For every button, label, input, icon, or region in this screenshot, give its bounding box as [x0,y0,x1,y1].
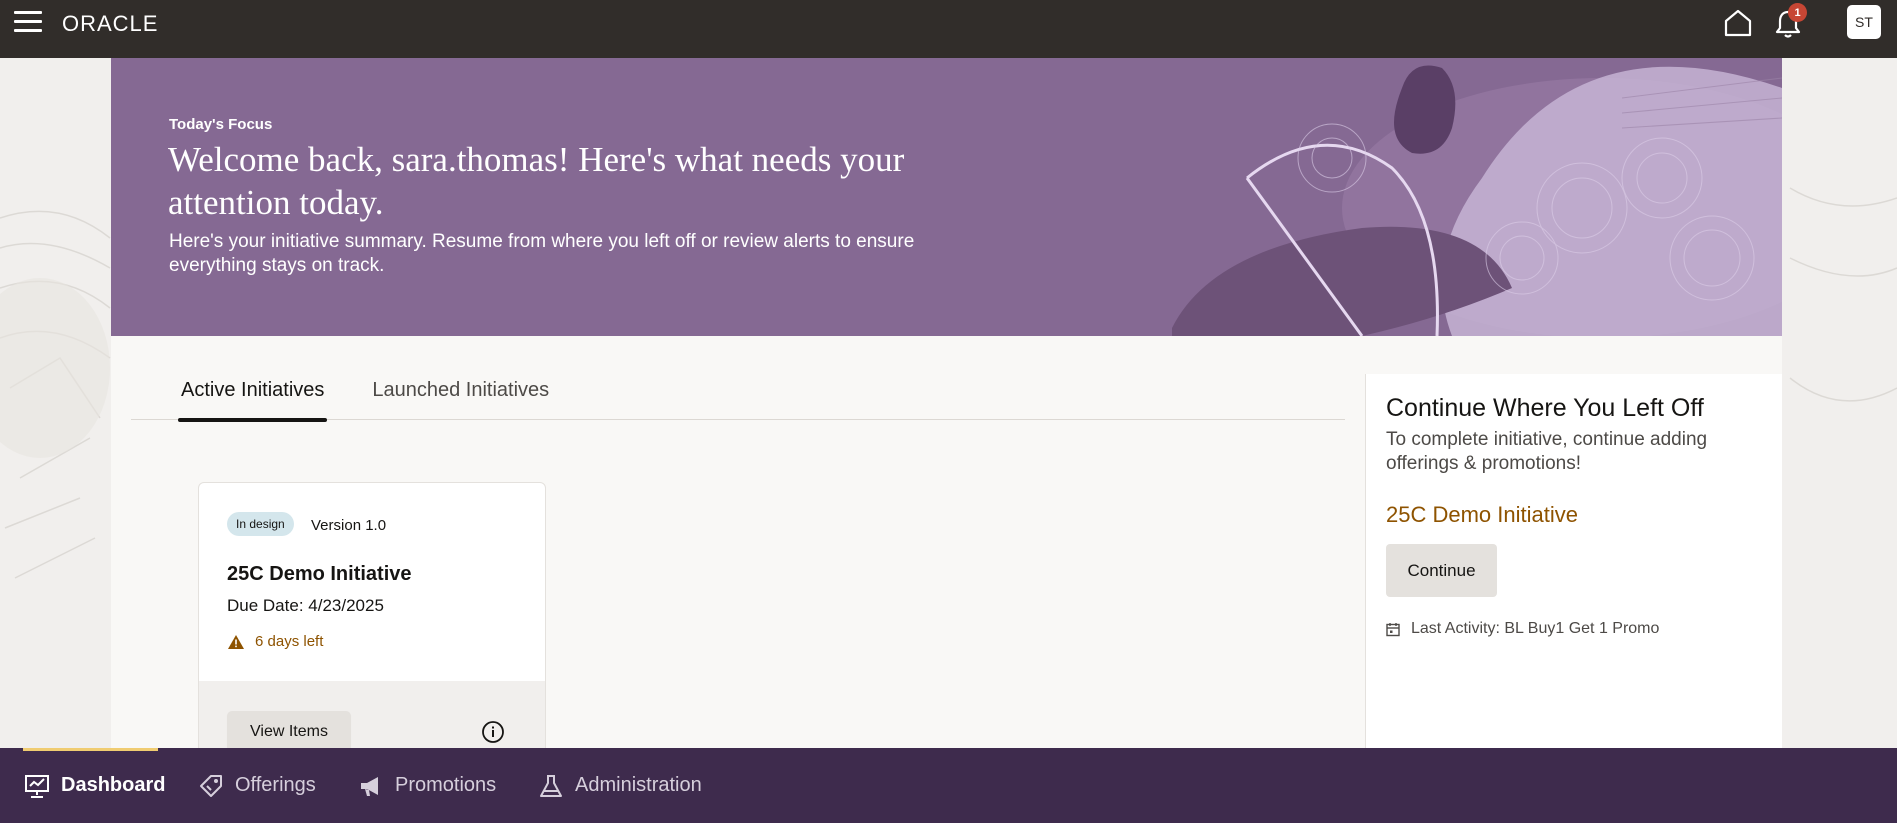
oracle-logo: ORACLE [62,11,159,36]
flask-icon [540,774,562,797]
last-activity-text: Last Activity: BL Buy1 Get 1 Promo [1411,620,1660,637]
tag-icon [200,774,222,797]
home-icon[interactable] [1722,8,1754,38]
nav-administration[interactable]: Administration [538,748,702,823]
nav-offerings[interactable]: Offerings [198,748,316,823]
nav-promotions-label: Promotions [395,774,497,796]
megaphone-icon [361,776,378,796]
user-avatar[interactable]: ST [1847,5,1881,39]
deadline-warning: 6 days left [227,633,323,650]
notification-count-badge: 1 [1788,3,1807,22]
banner-illustration [1172,65,1782,336]
hamburger-menu-icon[interactable] [14,11,42,33]
due-date: Due Date: 4/23/2025 [227,596,384,615]
continue-initiative-link[interactable]: 25C Demo Initiative [1386,502,1578,528]
view-items-button[interactable]: View Items [227,711,351,748]
welcome-banner: Today's Focus Welcome back, sara.thomas!… [111,58,1782,336]
continue-button[interactable]: Continue [1386,544,1497,597]
continue-panel-title: Continue Where You Left Off [1386,394,1704,422]
nav-promotions[interactable]: Promotions [358,748,496,823]
dashboard-icon [25,774,49,798]
bottom-navigation: Dashboard Offerings Promotions Administr… [0,748,1897,823]
welcome-heading: Welcome back, sara.thomas! Here's what n… [168,140,905,222]
main-content: Today's Focus Welcome back, sara.thomas!… [111,58,1782,748]
continue-panel: Continue Where You Left Off To complete … [1365,374,1782,748]
nav-administration-label: Administration [575,774,702,796]
warning-icon [228,634,244,649]
status-badge: In design [227,512,294,536]
todays-focus-label: Today's Focus [169,116,273,133]
nav-offerings-label: Offerings [235,774,316,796]
continue-panel-description: To complete initiative, continue adding … [1386,429,1708,474]
version-label: Version 1.0 [311,517,387,534]
initiative-tabs: Active Initiatives Launched Initiatives [131,378,1345,422]
last-activity: Last Activity: BL Buy1 Get 1 Promo [1386,620,1659,638]
initiative-card[interactable]: In design Version 1.0 25C Demo Initiativ… [198,482,546,748]
tab-launched-initiatives[interactable]: Launched Initiatives [372,378,549,420]
calendar-icon [1386,622,1400,636]
nav-dashboard-label: Dashboard [61,774,166,796]
tab-active-initiatives[interactable]: Active Initiatives [177,378,328,422]
info-icon[interactable] [481,720,505,744]
nav-dashboard[interactable]: Dashboard [22,748,166,823]
days-left-text: 6 days left [255,633,324,650]
banner-subtitle: Here's your initiative summary. Resume f… [169,231,915,276]
initiative-title: 25C Demo Initiative [227,563,412,585]
top-header: ORACLE 1 ST [0,0,1897,58]
card-body: In design Version 1.0 25C Demo Initiativ… [199,483,545,681]
